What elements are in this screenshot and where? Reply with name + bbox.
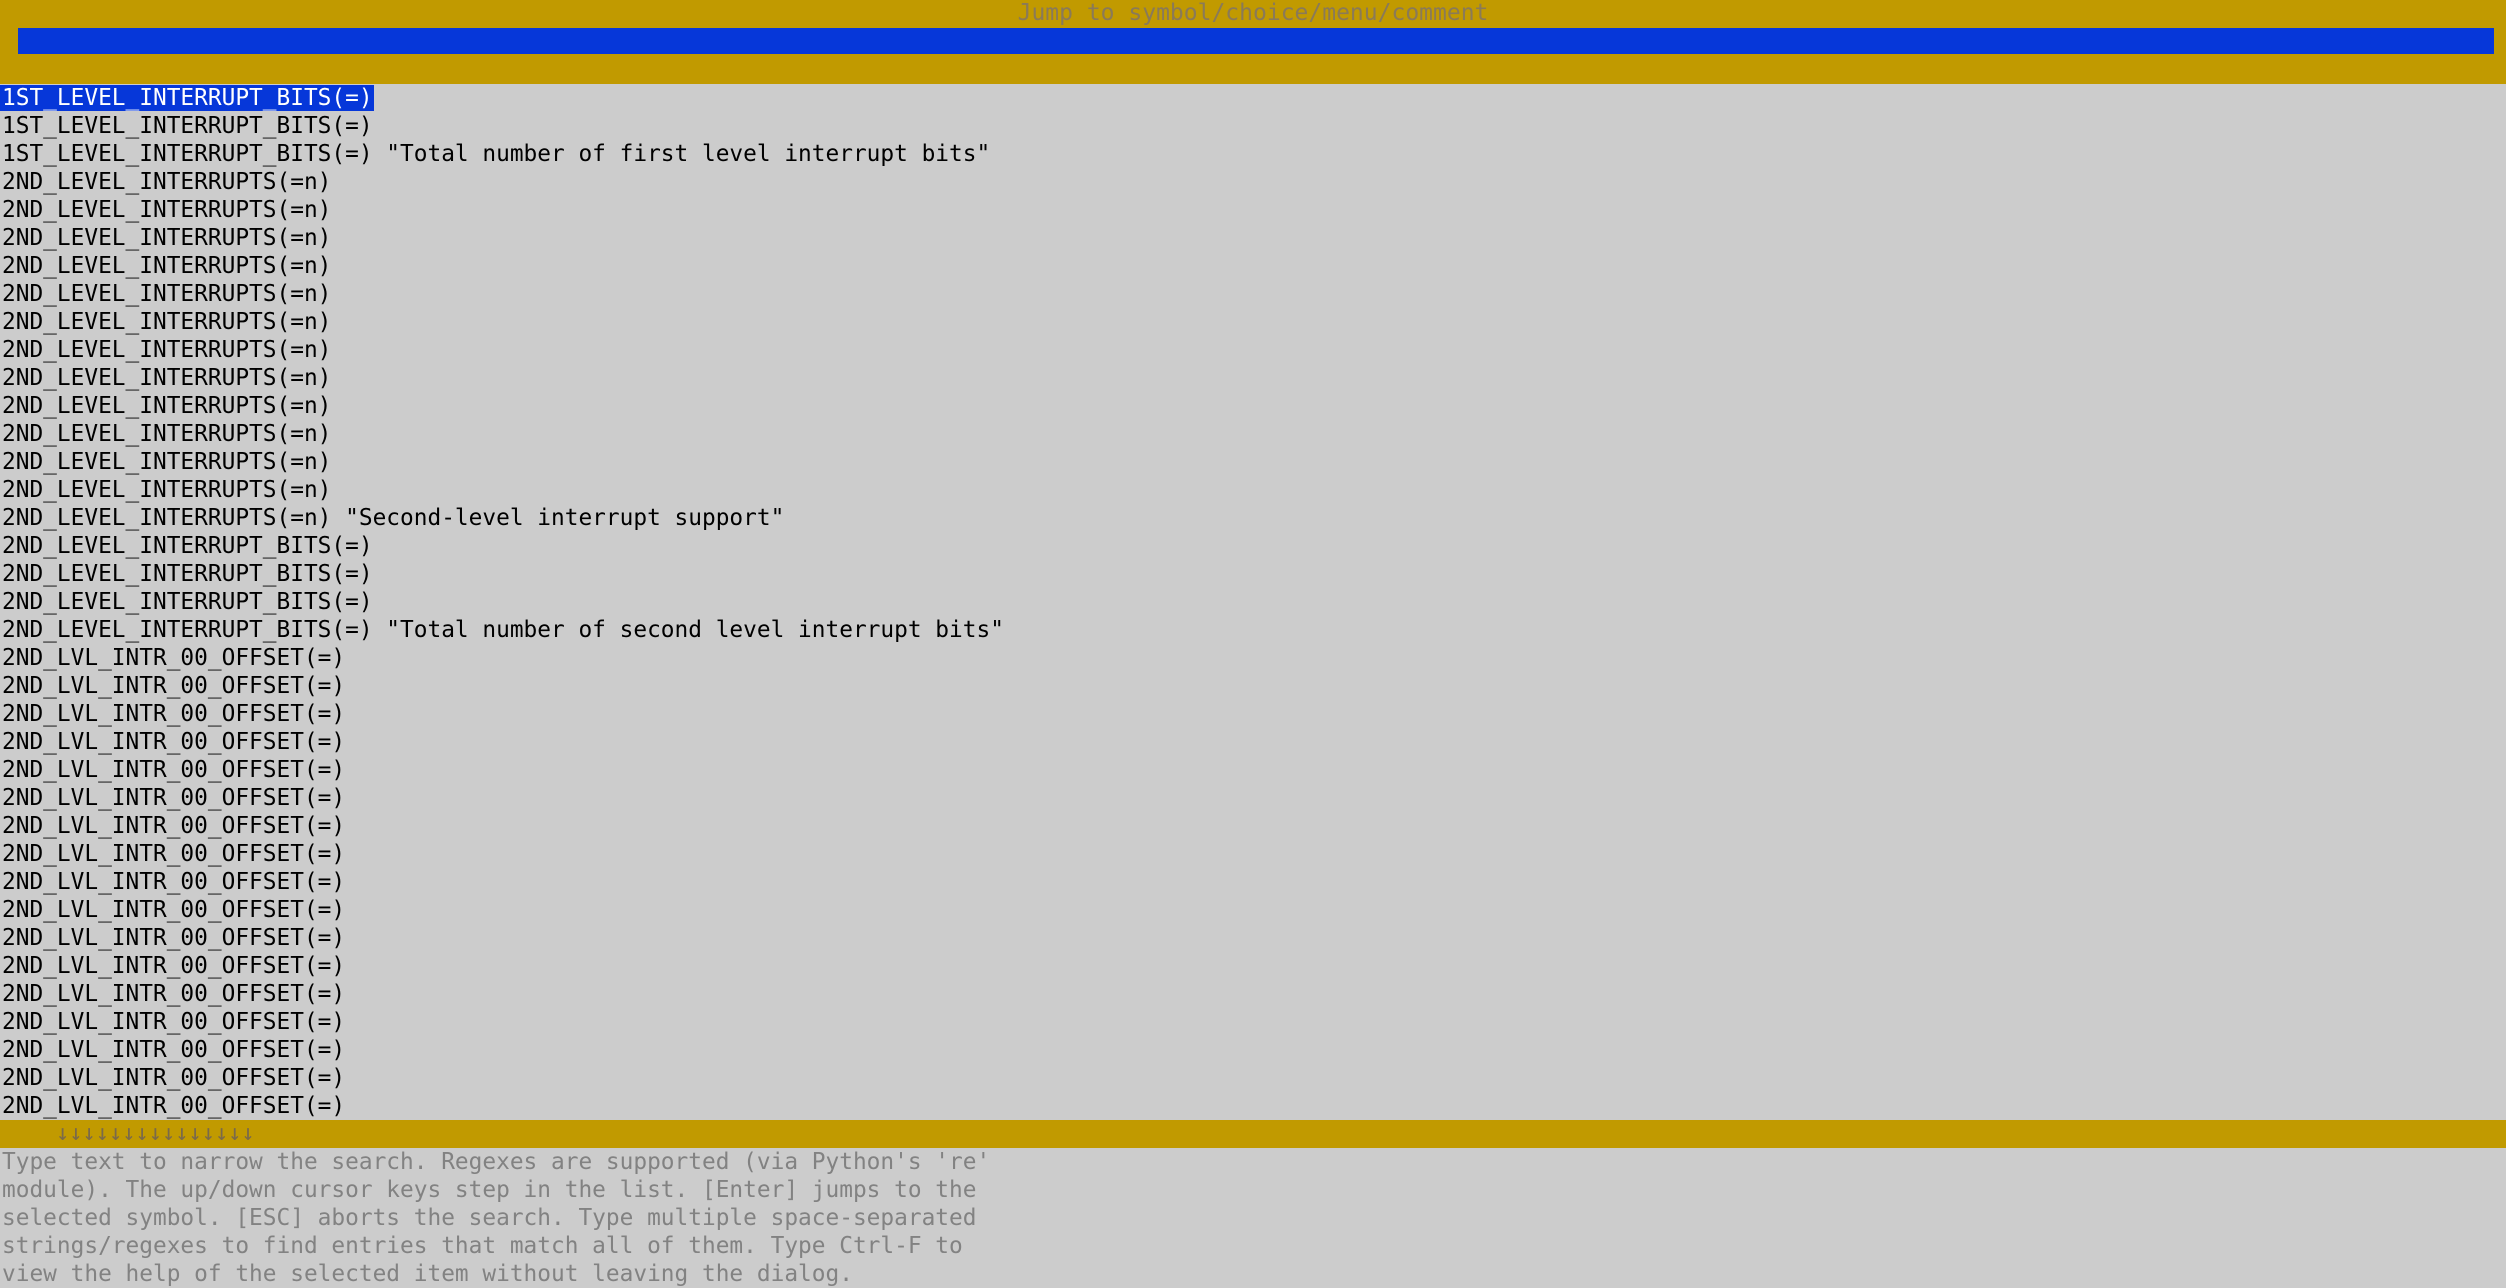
- list-item-label: 2ND_LVL_INTR_00_OFFSET(=): [2, 869, 346, 895]
- help-text: Type text to narrow the search. Regexes …: [0, 1148, 2506, 1288]
- help-line: strings/regexes to find entries that mat…: [2, 1233, 963, 1259]
- list-item-label: 2ND_LVL_INTR_00_OFFSET(=): [2, 701, 346, 727]
- list-item-label: 2ND_LVL_INTR_00_OFFSET(=): [2, 645, 346, 671]
- list-item-label: 2ND_LEVEL_INTERRUPT_BITS(=): [2, 589, 373, 615]
- list-item[interactable]: 2ND_LVL_INTR_00_OFFSET(=): [0, 728, 2506, 756]
- list-item-selected[interactable]: 1ST_LEVEL_INTERRUPT_BITS(=): [0, 84, 2506, 112]
- list-item-label: 1ST_LEVEL_INTERRUPT_BITS(=): [2, 113, 373, 139]
- list-item[interactable]: 2ND_LEVEL_INTERRUPTS(=n): [0, 420, 2506, 448]
- dialog-title: Jump to symbol/choice/menu/comment: [1017, 0, 1489, 26]
- list-item-label: 2ND_LVL_INTR_00_OFFSET(=): [2, 813, 346, 839]
- list-item-label: 2ND_LEVEL_INTERRUPT_BITS(=): [2, 561, 373, 587]
- list-item-label: 2ND_LVL_INTR_00_OFFSET(=): [2, 1093, 346, 1119]
- list-item[interactable]: 2ND_LEVEL_INTERRUPT_BITS(=): [0, 532, 2506, 560]
- search-input[interactable]: [18, 28, 2494, 54]
- list-item-label: 2ND_LVL_INTR_00_OFFSET(=): [2, 1037, 346, 1063]
- list-item[interactable]: 2ND_LEVEL_INTERRUPTS(=n): [0, 448, 2506, 476]
- list-item-label: 2ND_LEVEL_INTERRUPTS(=n): [2, 477, 332, 503]
- help-line: selected symbol. [ESC] aborts the search…: [2, 1205, 977, 1231]
- list-item[interactable]: 2ND_LVL_INTR_00_OFFSET(=): [0, 952, 2506, 980]
- list-item[interactable]: 2ND_LVL_INTR_00_OFFSET(=): [0, 896, 2506, 924]
- list-item[interactable]: 2ND_LEVEL_INTERRUPT_BITS(=) "Total numbe…: [0, 616, 2506, 644]
- results-list[interactable]: 1ST_LEVEL_INTERRUPT_BITS(=) 1ST_LEVEL_INT…: [0, 84, 2506, 1120]
- list-item[interactable]: 2ND_LVL_INTR_00_OFFSET(=): [0, 1008, 2506, 1036]
- help-line: view the help of the selected item witho…: [2, 1261, 853, 1287]
- list-item[interactable]: 2ND_LVL_INTR_00_OFFSET(=): [0, 1036, 2506, 1064]
- list-item[interactable]: 2ND_LVL_INTR_00_OFFSET(=): [0, 924, 2506, 952]
- list-item[interactable]: 2ND_LEVEL_INTERRUPTS(=n): [0, 224, 2506, 252]
- list-item[interactable]: 2ND_LVL_INTR_00_OFFSET(=): [0, 812, 2506, 840]
- list-item-label: 2ND_LVL_INTR_00_OFFSET(=): [2, 841, 346, 867]
- list-item[interactable]: 1ST_LEVEL_INTERRUPT_BITS(=) "Total numbe…: [0, 140, 2506, 168]
- list-item-label: 2ND_LEVEL_INTERRUPTS(=n): [2, 197, 332, 223]
- list-item[interactable]: 2ND_LEVEL_INTERRUPTS(=n): [0, 364, 2506, 392]
- list-item-label: 2ND_LEVEL_INTERRUPT_BITS(=) "Total numbe…: [2, 617, 1004, 643]
- list-item-label: 2ND_LEVEL_INTERRUPTS(=n): [2, 449, 332, 475]
- list-item[interactable]: 2ND_LVL_INTR_00_OFFSET(=): [0, 644, 2506, 672]
- list-item-label: 2ND_LEVEL_INTERRUPTS(=n): [2, 393, 332, 419]
- list-item[interactable]: 1ST_LEVEL_INTERRUPT_BITS(=): [0, 112, 2506, 140]
- help-line: module). The up/down cursor keys step in…: [2, 1177, 977, 1203]
- list-item[interactable]: 2ND_LVL_INTR_00_OFFSET(=): [0, 784, 2506, 812]
- list-item[interactable]: 2ND_LEVEL_INTERRUPTS(=n) "Second-level i…: [0, 504, 2506, 532]
- list-item-label: 2ND_LEVEL_INTERRUPTS(=n): [2, 365, 332, 391]
- list-item[interactable]: 2ND_LVL_INTR_00_OFFSET(=): [0, 1092, 2506, 1120]
- list-item[interactable]: 2ND_LVL_INTR_00_OFFSET(=): [0, 672, 2506, 700]
- list-item-label: 2ND_LVL_INTR_00_OFFSET(=): [2, 729, 346, 755]
- list-item[interactable]: 2ND_LEVEL_INTERRUPTS(=n): [0, 252, 2506, 280]
- list-item-label: 2ND_LVL_INTR_00_OFFSET(=): [2, 1065, 346, 1091]
- list-item-label: 2ND_LVL_INTR_00_OFFSET(=): [2, 785, 346, 811]
- list-item-label: 2ND_LEVEL_INTERRUPTS(=n) "Second-level i…: [2, 505, 785, 531]
- list-item-label: 2ND_LVL_INTR_00_OFFSET(=): [2, 673, 346, 699]
- list-item[interactable]: 2ND_LEVEL_INTERRUPTS(=n): [0, 336, 2506, 364]
- list-item-label: 2ND_LEVEL_INTERRUPTS(=n): [2, 281, 332, 307]
- list-item-label: 2ND_LVL_INTR_00_OFFSET(=): [2, 1009, 346, 1035]
- list-item[interactable]: 2ND_LVL_INTR_00_OFFSET(=): [0, 868, 2506, 896]
- dialog-header: Jump to symbol/choice/menu/comment: [0, 0, 2506, 84]
- list-item[interactable]: 2ND_LEVEL_INTERRUPTS(=n): [0, 280, 2506, 308]
- list-item-label: 2ND_LEVEL_INTERRUPTS(=n): [2, 421, 332, 447]
- list-item[interactable]: 2ND_LEVEL_INTERRUPTS(=n): [0, 308, 2506, 336]
- list-item[interactable]: 2ND_LVL_INTR_00_OFFSET(=): [0, 756, 2506, 784]
- list-item[interactable]: 2ND_LVL_INTR_00_OFFSET(=): [0, 1064, 2506, 1092]
- list-item-label: 2ND_LVL_INTR_00_OFFSET(=): [2, 897, 346, 923]
- list-item-label: 2ND_LEVEL_INTERRUPTS(=n): [2, 225, 332, 251]
- list-item-label: 2ND_LVL_INTR_00_OFFSET(=): [2, 953, 346, 979]
- list-item[interactable]: 2ND_LVL_INTR_00_OFFSET(=): [0, 980, 2506, 1008]
- list-item[interactable]: 2ND_LEVEL_INTERRUPTS(=n): [0, 196, 2506, 224]
- list-item-label: 2ND_LVL_INTR_00_OFFSET(=): [2, 757, 346, 783]
- list-item-label: 1ST_LEVEL_INTERRUPT_BITS(=): [0, 85, 374, 111]
- scroll-indicator-bar: ↓↓↓↓↓↓↓↓↓↓↓↓↓↓↓: [0, 1120, 2506, 1148]
- list-item-label: 2ND_LEVEL_INTERRUPT_BITS(=): [2, 533, 373, 559]
- list-item[interactable]: 2ND_LEVEL_INTERRUPTS(=n): [0, 476, 2506, 504]
- list-item-label: 2ND_LEVEL_INTERRUPTS(=n): [2, 253, 332, 279]
- list-item[interactable]: 2ND_LEVEL_INTERRUPTS(=n): [0, 168, 2506, 196]
- list-item-label: 1ST_LEVEL_INTERRUPT_BITS(=) "Total numbe…: [2, 141, 991, 167]
- list-item[interactable]: 2ND_LVL_INTR_00_OFFSET(=): [0, 700, 2506, 728]
- list-item-label: 2ND_LVL_INTR_00_OFFSET(=): [2, 981, 346, 1007]
- list-item[interactable]: 2ND_LEVEL_INTERRUPT_BITS(=): [0, 560, 2506, 588]
- list-item[interactable]: 2ND_LEVEL_INTERRUPT_BITS(=): [0, 588, 2506, 616]
- help-line: Type text to narrow the search. Regexes …: [2, 1149, 991, 1175]
- list-item-label: 2ND_LEVEL_INTERRUPTS(=n): [2, 169, 332, 195]
- list-item-label: 2ND_LEVEL_INTERRUPTS(=n): [2, 337, 332, 363]
- scroll-down-arrows-icon: ↓↓↓↓↓↓↓↓↓↓↓↓↓↓↓: [56, 1121, 255, 1146]
- list-item-label: 2ND_LEVEL_INTERRUPTS(=n): [2, 309, 332, 335]
- list-item[interactable]: 2ND_LVL_INTR_00_OFFSET(=): [0, 840, 2506, 868]
- list-item[interactable]: 2ND_LEVEL_INTERRUPTS(=n): [0, 392, 2506, 420]
- jump-to-dialog: Jump to symbol/choice/menu/comment 1ST_L…: [0, 0, 2506, 1288]
- list-item-label: 2ND_LVL_INTR_00_OFFSET(=): [2, 925, 346, 951]
